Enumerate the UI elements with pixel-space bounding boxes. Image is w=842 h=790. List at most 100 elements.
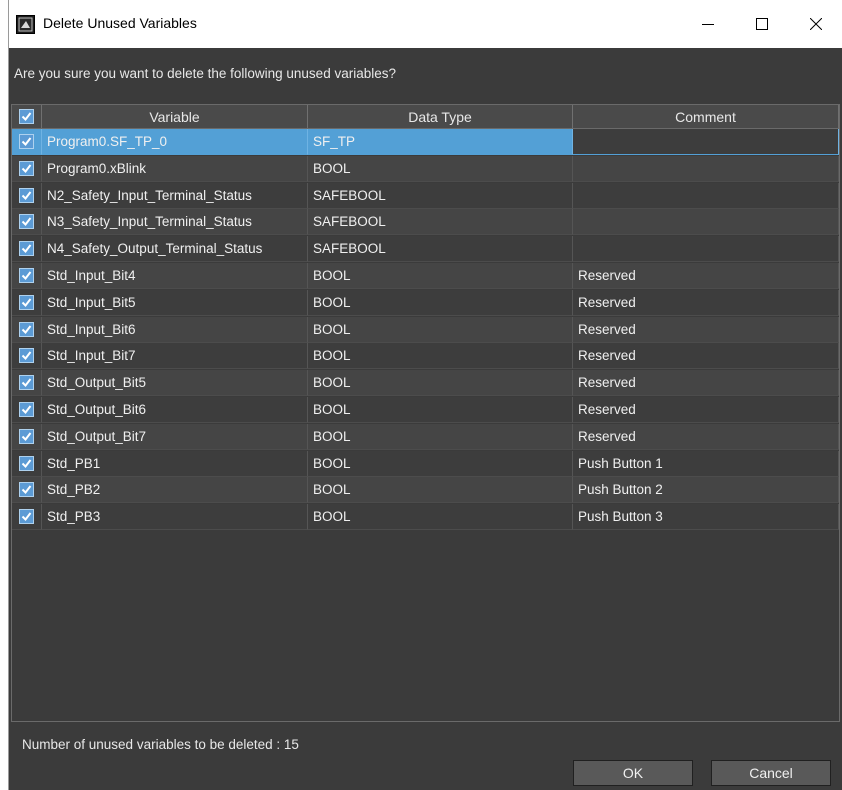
- cell-variable: Std_Input_Bit6: [42, 316, 308, 343]
- table-row[interactable]: N3_Safety_Input_Terminal_Status SAFEBOOL: [12, 209, 839, 236]
- minimize-icon: [702, 24, 714, 25]
- cell-data-type: BOOL: [308, 370, 573, 397]
- close-icon: [810, 18, 822, 30]
- cell-comment: Reserved: [573, 263, 839, 289]
- column-header-variable[interactable]: Variable: [42, 105, 308, 128]
- cell-data-type: BOOL: [308, 504, 573, 531]
- delete-count-text: Number of unused variables to be deleted…: [22, 737, 299, 752]
- cell-variable: Std_Output_Bit6: [42, 397, 308, 423]
- cell-variable: Std_PB2: [42, 477, 308, 504]
- column-header-comment[interactable]: Comment: [573, 105, 839, 128]
- row-checkbox[interactable]: [12, 450, 42, 477]
- table-row[interactable]: Std_Input_Bit7 BOOL Reserved: [12, 343, 839, 370]
- cell-data-type: BOOL: [308, 155, 573, 182]
- cell-comment: [573, 209, 839, 236]
- cell-comment: [573, 155, 839, 182]
- checkbox-checked-icon: [19, 428, 34, 444]
- checkbox-checked-icon: [19, 268, 34, 283]
- cell-data-type: BOOL: [308, 289, 573, 316]
- confirmation-prompt: Are you sure you want to delete the foll…: [14, 66, 396, 81]
- row-checkbox[interactable]: [12, 182, 42, 209]
- cell-comment: Reserved: [573, 370, 839, 397]
- checkbox-checked-icon: [19, 214, 34, 230]
- cell-comment: Push Button 3: [573, 504, 839, 531]
- minimize-button[interactable]: [685, 0, 731, 48]
- checkbox-checked-icon: [19, 402, 34, 417]
- checkbox-checked-icon: [19, 294, 34, 310]
- row-checkbox[interactable]: [12, 343, 42, 370]
- cell-variable: Std_PB3: [42, 504, 308, 531]
- cell-data-type: BOOL: [308, 477, 573, 504]
- checkbox-checked-icon: [19, 134, 34, 149]
- checkbox-checked-icon: [19, 348, 34, 364]
- ok-button[interactable]: OK: [573, 760, 693, 786]
- row-checkbox[interactable]: [12, 316, 42, 343]
- row-checkbox[interactable]: [12, 370, 42, 397]
- window-title: Delete Unused Variables: [43, 15, 197, 31]
- table-row[interactable]: Std_Output_Bit7 BOOL Reserved: [12, 423, 839, 450]
- checkbox-checked-icon: [19, 375, 34, 391]
- table-row[interactable]: Program0.SF_TP_0 SF_TP: [12, 129, 839, 155]
- row-checkbox[interactable]: [12, 263, 42, 289]
- cell-data-type: BOOL: [308, 397, 573, 423]
- table-row[interactable]: Std_Input_Bit5 BOOL Reserved: [12, 289, 839, 316]
- cell-variable: Program0.xBlink: [42, 155, 308, 182]
- row-checkbox[interactable]: [12, 397, 42, 423]
- table-row[interactable]: Std_PB3 BOOL Push Button 3: [12, 504, 839, 531]
- table-row[interactable]: Std_Input_Bit4 BOOL Reserved: [12, 263, 839, 289]
- checkbox-checked-icon: [19, 109, 34, 124]
- checkbox-checked-icon: [19, 241, 34, 257]
- cell-comment: Reserved: [573, 423, 839, 450]
- cell-data-type: BOOL: [308, 450, 573, 477]
- row-checkbox[interactable]: [12, 129, 42, 155]
- row-checkbox[interactable]: [12, 423, 42, 450]
- table-row[interactable]: Std_Output_Bit5 BOOL Reserved: [12, 370, 839, 397]
- cell-comment: Reserved: [573, 343, 839, 370]
- table-row[interactable]: N2_Safety_Input_Terminal_Status SAFEBOOL: [12, 182, 839, 209]
- checkbox-checked-icon: [19, 455, 34, 471]
- close-button[interactable]: [793, 0, 839, 48]
- cell-comment: [573, 182, 839, 209]
- app-icon: [16, 15, 35, 34]
- cell-variable: Std_Input_Bit7: [42, 343, 308, 370]
- checkbox-checked-icon: [19, 509, 34, 525]
- table-row[interactable]: Std_Input_Bit6 BOOL Reserved: [12, 316, 839, 343]
- cell-comment: Reserved: [573, 397, 839, 423]
- cell-variable: Std_Output_Bit7: [42, 423, 308, 450]
- cell-data-type: BOOL: [308, 423, 573, 450]
- column-header-data-type[interactable]: Data Type: [308, 105, 573, 128]
- checkbox-checked-icon: [19, 160, 34, 176]
- select-all-checkbox[interactable]: [12, 105, 42, 128]
- checkbox-checked-icon: [19, 187, 34, 203]
- cell-comment: Reserved: [573, 289, 839, 316]
- row-checkbox[interactable]: [12, 289, 42, 316]
- cell-data-type: SAFEBOOL: [308, 182, 573, 209]
- table-row[interactable]: Std_PB2 BOOL Push Button 2: [12, 477, 839, 504]
- cell-variable: N4_Safety_Output_Terminal_Status: [42, 236, 308, 263]
- cell-data-type: SAFEBOOL: [308, 236, 573, 263]
- row-checkbox[interactable]: [12, 209, 42, 236]
- title-bar[interactable]: Delete Unused Variables: [9, 0, 842, 48]
- table-row[interactable]: N4_Safety_Output_Terminal_Status SAFEBOOL: [12, 236, 839, 263]
- cancel-button[interactable]: Cancel: [711, 760, 831, 786]
- maximize-icon: [756, 18, 768, 30]
- cell-comment: Reserved: [573, 316, 839, 343]
- cell-data-type: BOOL: [308, 263, 573, 289]
- row-checkbox[interactable]: [12, 504, 42, 531]
- checkbox-checked-icon: [19, 321, 34, 337]
- table-header: Variable Data Type Comment: [12, 105, 839, 129]
- table-row[interactable]: Std_PB1 BOOL Push Button 1: [12, 450, 839, 477]
- row-checkbox[interactable]: [12, 155, 42, 182]
- table-row[interactable]: Program0.xBlink BOOL: [12, 155, 839, 182]
- cell-data-type: SAFEBOOL: [308, 209, 573, 236]
- maximize-button[interactable]: [739, 0, 785, 48]
- table-row[interactable]: Std_Output_Bit6 BOOL Reserved: [12, 397, 839, 423]
- cell-comment: [573, 129, 839, 155]
- cell-variable: N3_Safety_Input_Terminal_Status: [42, 209, 308, 236]
- cell-variable: Std_Output_Bit5: [42, 370, 308, 397]
- row-checkbox[interactable]: [12, 477, 42, 504]
- variables-table: Variable Data Type Comment Program0.SF_T…: [11, 104, 840, 722]
- cell-data-type: SF_TP: [308, 129, 573, 155]
- row-checkbox[interactable]: [12, 236, 42, 263]
- cell-comment: [573, 236, 839, 263]
